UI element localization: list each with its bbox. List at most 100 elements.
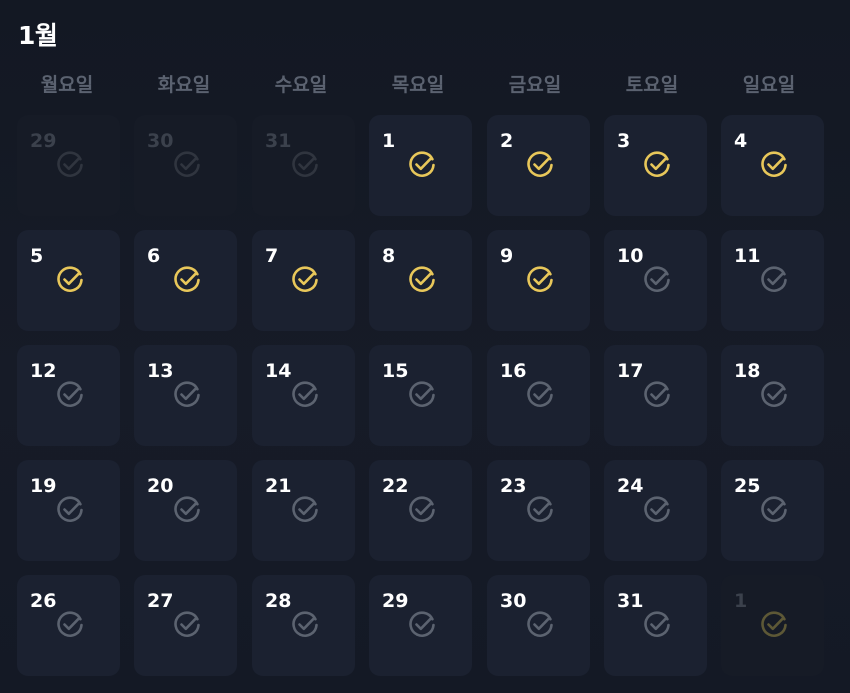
- check-circle-icon: [291, 496, 319, 524]
- check-circle-icon: [56, 611, 84, 639]
- day-number: 9: [500, 245, 514, 267]
- check-circle-icon: [643, 496, 671, 524]
- check-circle-icon: [291, 611, 319, 639]
- check-circle-filled-icon: [643, 151, 671, 179]
- check-circle-icon: [56, 151, 84, 179]
- day-number: 2: [500, 130, 514, 152]
- calendar-day[interactable]: 25: [721, 460, 824, 561]
- check-circle-filled-icon: [291, 266, 319, 294]
- day-number: 20: [147, 475, 174, 497]
- calendar-day[interactable]: 22: [369, 460, 472, 561]
- day-number: 17: [617, 360, 644, 382]
- check-circle-filled-icon: [408, 266, 436, 294]
- day-number: 18: [734, 360, 761, 382]
- calendar-day[interactable]: 18: [721, 345, 824, 446]
- day-number: 1: [382, 130, 396, 152]
- day-number: 12: [30, 360, 57, 382]
- check-circle-icon: [291, 151, 319, 179]
- calendar-day[interactable]: 14: [252, 345, 355, 446]
- calendar-day[interactable]: 11: [721, 230, 824, 331]
- calendar-day[interactable]: 19: [17, 460, 120, 561]
- check-circle-icon: [56, 381, 84, 409]
- calendar-day[interactable]: 12: [17, 345, 120, 446]
- calendar-day[interactable]: 21: [252, 460, 355, 561]
- calendar-grid: 29 30 31 1 2 3 4 5 6 7 8 9 10 11 12 13 14 15 16 17 18 19 20 21 2…: [0, 0, 850, 693]
- day-number: 8: [382, 245, 396, 267]
- check-circle-icon: [291, 381, 319, 409]
- day-number: 31: [617, 590, 644, 612]
- check-circle-icon: [760, 381, 788, 409]
- calendar-day[interactable]: 30: [134, 115, 237, 216]
- calendar-day[interactable]: 23: [487, 460, 590, 561]
- calendar-day[interactable]: 2: [487, 115, 590, 216]
- day-number: 16: [500, 360, 527, 382]
- calendar-day[interactable]: 1: [369, 115, 472, 216]
- day-number: 26: [30, 590, 57, 612]
- calendar-day[interactable]: 26: [17, 575, 120, 676]
- check-circle-icon: [173, 381, 201, 409]
- day-number: 3: [617, 130, 631, 152]
- check-circle-icon: [56, 496, 84, 524]
- check-circle-icon: [526, 381, 554, 409]
- calendar-day[interactable]: 31: [604, 575, 707, 676]
- day-number: 30: [500, 590, 527, 612]
- day-number: 5: [30, 245, 44, 267]
- check-circle-filled-icon: [173, 266, 201, 294]
- calendar-day[interactable]: 31: [252, 115, 355, 216]
- check-circle-icon: [173, 496, 201, 524]
- calendar-day[interactable]: 17: [604, 345, 707, 446]
- day-number: 29: [382, 590, 409, 612]
- calendar-day[interactable]: 30: [487, 575, 590, 676]
- check-circle-icon: [643, 611, 671, 639]
- day-number: 15: [382, 360, 409, 382]
- check-circle-icon: [408, 381, 436, 409]
- day-number: 29: [30, 130, 57, 152]
- check-circle-filled-icon: [526, 151, 554, 179]
- day-number: 30: [147, 130, 174, 152]
- calendar-day[interactable]: 1: [721, 575, 824, 676]
- check-circle-icon: [173, 151, 201, 179]
- check-circle-icon: [408, 611, 436, 639]
- check-circle-filled-icon: [408, 151, 436, 179]
- calendar-day[interactable]: 29: [17, 115, 120, 216]
- check-circle-icon: [760, 266, 788, 294]
- check-circle-icon: [408, 496, 436, 524]
- day-number: 14: [265, 360, 292, 382]
- calendar-day[interactable]: 29: [369, 575, 472, 676]
- day-number: 4: [734, 130, 748, 152]
- check-circle-filled-icon: [56, 266, 84, 294]
- day-number: 11: [734, 245, 761, 267]
- calendar-day[interactable]: 16: [487, 345, 590, 446]
- check-circle-icon: [760, 496, 788, 524]
- calendar-day[interactable]: 27: [134, 575, 237, 676]
- calendar-day[interactable]: 10: [604, 230, 707, 331]
- check-circle-icon: [526, 496, 554, 524]
- calendar-day[interactable]: 6: [134, 230, 237, 331]
- calendar-day[interactable]: 9: [487, 230, 590, 331]
- calendar-day[interactable]: 13: [134, 345, 237, 446]
- calendar-day[interactable]: 5: [17, 230, 120, 331]
- day-number: 6: [147, 245, 161, 267]
- check-circle-filled-icon: [760, 611, 788, 639]
- calendar-day[interactable]: 24: [604, 460, 707, 561]
- day-number: 22: [382, 475, 409, 497]
- calendar-day[interactable]: 20: [134, 460, 237, 561]
- day-number: 28: [265, 590, 292, 612]
- day-number: 25: [734, 475, 761, 497]
- day-number: 21: [265, 475, 292, 497]
- calendar-day[interactable]: 28: [252, 575, 355, 676]
- calendar-day[interactable]: 15: [369, 345, 472, 446]
- calendar-day[interactable]: 7: [252, 230, 355, 331]
- calendar-day[interactable]: 3: [604, 115, 707, 216]
- day-number: 13: [147, 360, 174, 382]
- calendar-day[interactable]: 4: [721, 115, 824, 216]
- day-number: 24: [617, 475, 644, 497]
- check-circle-icon: [173, 611, 201, 639]
- day-number: 31: [265, 130, 292, 152]
- check-circle-filled-icon: [526, 266, 554, 294]
- check-circle-icon: [643, 381, 671, 409]
- day-number: 7: [265, 245, 279, 267]
- check-circle-filled-icon: [760, 151, 788, 179]
- calendar-day[interactable]: 8: [369, 230, 472, 331]
- day-number: 10: [617, 245, 644, 267]
